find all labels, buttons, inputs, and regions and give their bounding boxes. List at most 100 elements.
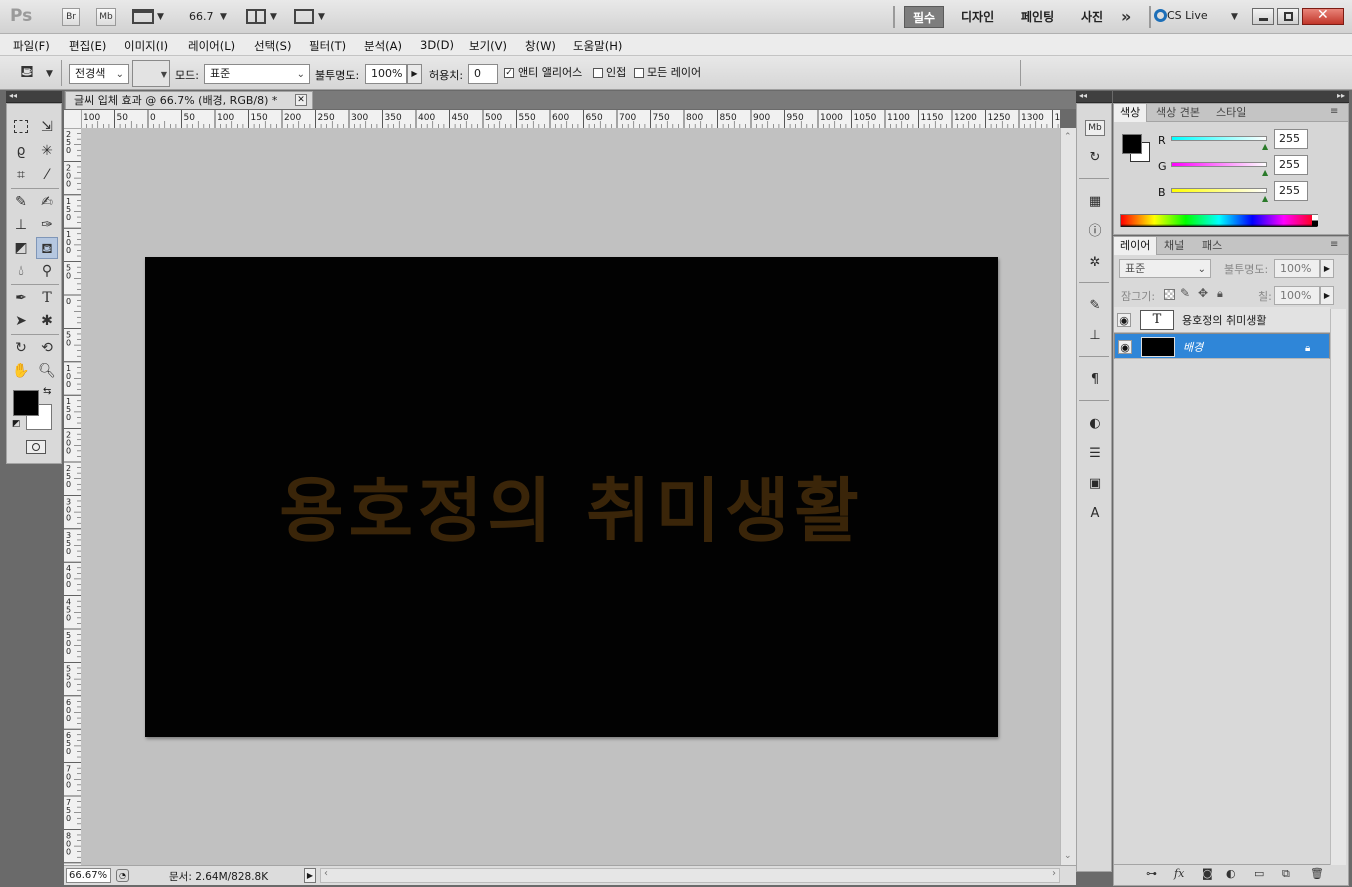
screen-mode-icon[interactable] — [294, 9, 314, 24]
menu-layer[interactable]: 레이어(L) — [188, 38, 235, 54]
layer-opacity-slider-button[interactable]: ▶ — [1320, 259, 1334, 278]
tab-paths[interactable]: 패스 — [1196, 237, 1228, 255]
tab-layers[interactable]: 레이어 — [1114, 237, 1158, 255]
horizontal-scrollbar[interactable]: ‹ › — [320, 868, 1060, 883]
ruler-corner[interactable] — [64, 110, 81, 128]
paragraph-icon[interactable]: ¶ — [1085, 370, 1105, 390]
chevron-down-icon[interactable]: ▼ — [1231, 12, 1238, 22]
pen-tool-icon[interactable]: ✒ — [10, 287, 32, 309]
horizontal-ruler[interactable]: 100 50 0 50 100 150 200 250 300 350 400 450 500 550 60… — [81, 110, 1060, 128]
foreground-color-swatch[interactable] — [13, 390, 39, 416]
move-tool-icon[interactable]: ⇲ — [36, 116, 58, 138]
info-icon[interactable]: ⓘ — [1085, 222, 1105, 242]
healing-brush-tool-icon[interactable]: ✎ — [10, 191, 32, 213]
tab-color[interactable]: 색상 — [1114, 104, 1148, 122]
document-image[interactable]: 용호정의 취미생활 — [145, 257, 998, 737]
panel-menu-icon[interactable]: ≡ — [1330, 239, 1338, 250]
tolerance-input[interactable]: 0 — [468, 64, 498, 84]
3d-orbit-tool-icon[interactable]: ⟲ — [36, 337, 58, 359]
paint-bucket-preset-icon[interactable]: ⛾ — [20, 62, 34, 84]
r-value-input[interactable]: 255 — [1274, 129, 1308, 149]
workspace-painting[interactable]: 페인팅 — [1013, 6, 1062, 28]
bridge-button[interactable]: Br — [62, 8, 80, 26]
menu-image[interactable]: 이미지(I) — [124, 38, 168, 54]
blur-tool-icon[interactable]: 💧︎ — [10, 260, 32, 282]
close-window-button[interactable]: ✕ — [1302, 7, 1344, 25]
clone-stamp-tool-icon[interactable]: ⊥ — [10, 214, 32, 236]
new-layer-icon[interactable]: ⧉ — [1282, 867, 1290, 881]
adjustment-layer-icon[interactable]: ◐ — [1226, 867, 1236, 880]
mini-bridge-button[interactable]: Mb — [96, 8, 116, 26]
b-slider-thumb[interactable]: ▲ — [1262, 194, 1268, 203]
layer-style-icon[interactable]: fx — [1174, 867, 1184, 880]
menu-window[interactable]: 창(W) — [525, 38, 556, 54]
zoom-tool-icon[interactable]: 🔍︎ — [36, 360, 58, 382]
all-layers-checkbox[interactable] — [634, 68, 644, 78]
cs-live-button[interactable]: CS Live — [1167, 9, 1208, 22]
mode-select[interactable]: 표준 ⌄ — [204, 64, 310, 84]
layer-row-text[interactable]: ◉ T 용호정의 취미생활 — [1114, 307, 1330, 333]
panel-menu-icon[interactable]: ≡ — [1330, 106, 1338, 117]
quick-mask-icon[interactable] — [26, 440, 46, 454]
fill-input[interactable]: 100% — [1274, 286, 1320, 305]
ramp-black-white[interactable] — [1312, 215, 1318, 226]
contiguous-checkbox[interactable] — [593, 68, 603, 78]
antialias-checkbox[interactable]: ✓ — [504, 68, 514, 78]
menu-file[interactable]: 파일(F) — [13, 38, 50, 54]
default-colors-icon[interactable]: ◩ — [12, 419, 21, 429]
eyedropper-tool-icon[interactable]: ⁄ — [36, 164, 58, 186]
minimize-button[interactable] — [1252, 8, 1274, 25]
layer-name[interactable]: 용호정의 취미생활 — [1182, 312, 1266, 328]
adjustments-icon[interactable]: ◐ — [1085, 414, 1105, 434]
chevron-down-icon[interactable]: ▼ — [46, 69, 53, 79]
masks-icon[interactable]: ☰ — [1085, 444, 1105, 464]
new-group-icon[interactable]: ▭ — [1254, 867, 1264, 880]
menu-3d[interactable]: 3D(D) — [420, 38, 454, 52]
g-slider-thumb[interactable]: ▲ — [1262, 168, 1268, 177]
menu-help[interactable]: 도움말(H) — [573, 38, 622, 54]
tab-channels[interactable]: 채널 — [1158, 237, 1190, 255]
pattern-picker[interactable]: ▼ — [132, 60, 170, 87]
icon-strip-header[interactable]: ◂◂ — [1076, 91, 1112, 103]
status-menu-button[interactable]: ▶ — [304, 868, 316, 883]
swap-colors-icon[interactable]: ⇆ — [43, 386, 51, 397]
fill-source-select[interactable]: 전경색 ⌄ — [69, 64, 129, 84]
history-brush-tool-icon[interactable]: ✑ — [36, 214, 58, 236]
r-slider-thumb[interactable]: ▲ — [1262, 142, 1268, 151]
lock-all-icon[interactable]: 🔒︎ — [1217, 287, 1223, 301]
tab-swatches[interactable]: 색상 견본 — [1150, 104, 1206, 122]
layer-row-background[interactable]: ◉ 배경 🔒︎ — [1114, 333, 1330, 359]
vertical-ruler[interactable]: 2502001501005005010015020025030035040045… — [64, 128, 81, 865]
paint-bucket-tool-icon[interactable]: ⛾ — [36, 237, 58, 259]
layer-comps-icon[interactable]: ▣ — [1085, 474, 1105, 494]
g-slider[interactable] — [1171, 162, 1267, 167]
brush-tool-icon[interactable]: ✍ — [36, 191, 58, 213]
color-spectrum-ramp[interactable] — [1120, 214, 1318, 227]
hand-tool-icon[interactable]: ✋ — [10, 360, 32, 382]
path-selection-tool-icon[interactable]: ➤ — [10, 310, 32, 332]
lock-pixels-icon[interactable]: ✎ — [1180, 286, 1190, 300]
3d-rotate-tool-icon[interactable]: ↻ — [10, 337, 32, 359]
fill-slider-button[interactable]: ▶ — [1320, 286, 1334, 305]
opacity-slider-button[interactable]: ▶ — [407, 64, 422, 84]
lock-transparency-icon[interactable] — [1164, 289, 1175, 300]
menu-analysis[interactable]: 분석(A) — [364, 38, 402, 54]
status-zoom-field[interactable]: 66.67% — [66, 868, 111, 883]
marquee-tool-icon[interactable] — [10, 116, 32, 138]
type-tool-icon[interactable]: T — [36, 287, 58, 309]
status-info-icon[interactable]: ◔ — [116, 869, 129, 882]
crop-tool-icon[interactable]: ⌗ — [10, 164, 32, 186]
chevron-down-icon[interactable]: ▼ — [318, 12, 325, 22]
color-foreground-swatch[interactable] — [1122, 134, 1142, 154]
menu-filter[interactable]: 필터(T) — [309, 38, 346, 54]
workspace-photography[interactable]: 사진 — [1073, 6, 1111, 28]
workspace-essentials[interactable]: 필수 — [904, 6, 945, 28]
more-workspaces-button[interactable]: » — [1121, 7, 1131, 26]
chevron-down-icon[interactable]: ▼ — [270, 12, 277, 22]
add-mask-icon[interactable]: ◙ — [1202, 867, 1213, 880]
blend-mode-select[interactable]: 표준 ⌄ — [1119, 259, 1211, 278]
delete-layer-icon[interactable]: 🗑︎ — [1310, 867, 1324, 880]
layer-name[interactable]: 배경 — [1183, 339, 1203, 357]
workspace-design[interactable]: 디자인 — [953, 6, 1002, 28]
brush-panel-icon[interactable]: ✎ — [1085, 296, 1105, 316]
